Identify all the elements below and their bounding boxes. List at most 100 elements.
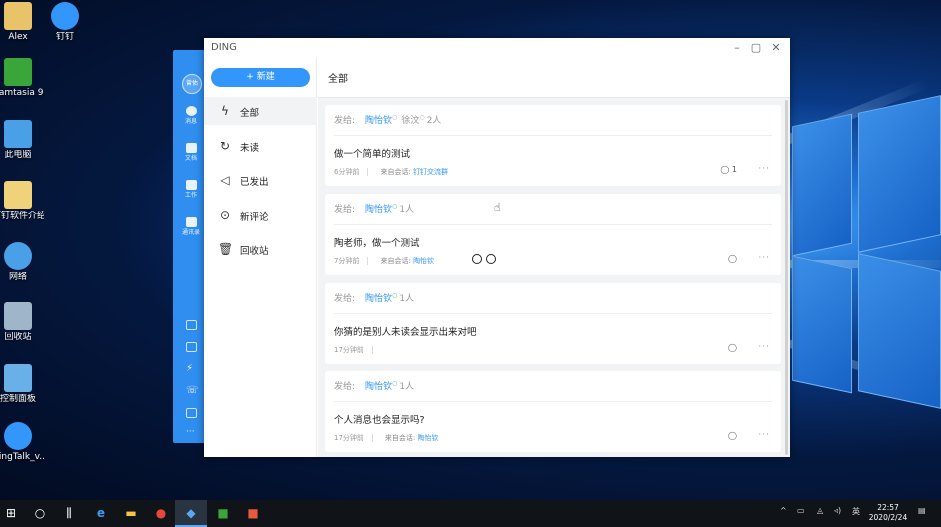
nav-item-new-comments[interactable]: ⊙ 新评论 bbox=[204, 201, 317, 229]
ding-list-panel: 全部 发给: 陶怡钦○ 徐汶○ 2人 做一个简单的测试 6分钟前 来自会话: 钉钉交流群… bbox=[318, 58, 790, 457]
more-options-icon[interactable]: ··· bbox=[758, 164, 770, 174]
computer-icon bbox=[4, 120, 32, 148]
desktop-icon-control-panel[interactable]: 控制面板 bbox=[0, 364, 44, 405]
recipients-row: 发给: 陶怡钦○ 徐汶○ 2人 bbox=[334, 114, 442, 126]
divider bbox=[334, 313, 772, 314]
recipient-name[interactable]: 徐汶 bbox=[401, 116, 419, 126]
ding-card[interactable]: 发给: 陶怡钦○ 徐汶○ 2人 做一个简单的测试 6分钟前 来自会话: 钉钉交流群 ◯ … bbox=[325, 105, 781, 186]
dingtalk-icon bbox=[51, 2, 79, 30]
windows-logo-pane bbox=[792, 113, 852, 257]
user-folder-icon bbox=[4, 2, 32, 30]
calendar-icon[interactable] bbox=[186, 320, 197, 330]
read-status-icon: ○ bbox=[392, 380, 398, 387]
comment-icon: ◯ bbox=[728, 343, 737, 352]
scrollbar[interactable] bbox=[785, 100, 788, 455]
ding-window: DING – ▢ ✕ + 新建 ϟ 全部 ↻ 未读 ◁ 已发出 ⊙ 新评论 🗑 … bbox=[204, 38, 790, 457]
volume-icon[interactable]: ◃) bbox=[834, 506, 841, 515]
windows-start-icon[interactable]: ⊞ bbox=[2, 504, 20, 522]
dingtalk-icon: ◆ bbox=[186, 506, 196, 520]
ding-content: 做一个简单的测试 bbox=[334, 149, 411, 160]
comment-button[interactable]: ◯ bbox=[728, 431, 737, 440]
unread-icon: ↻ bbox=[219, 139, 231, 153]
desktop-icon-this-pc[interactable]: 此电脑 bbox=[0, 120, 44, 161]
comment-icon: ◯ bbox=[728, 254, 737, 263]
comment-button[interactable]: ◯ bbox=[728, 343, 737, 352]
minimize-button[interactable]: – bbox=[728, 40, 746, 56]
document-icon bbox=[4, 181, 32, 209]
maximize-button[interactable]: ▢ bbox=[747, 40, 765, 56]
comment-button[interactable]: ◯ 1 bbox=[720, 165, 737, 174]
desktop-icon-dingtalk-intro[interactable]: 钉钉软件介绍 bbox=[0, 181, 44, 222]
recipient-name[interactable]: 陶怡钦 bbox=[365, 205, 392, 215]
new-ding-button[interactable]: + 新建 bbox=[211, 68, 310, 87]
close-button[interactable]: ✕ bbox=[767, 40, 785, 56]
control-panel-icon bbox=[4, 364, 32, 392]
recipient-count: 1人 bbox=[399, 382, 415, 392]
ding-nav: + 新建 ϟ 全部 ↻ 未读 ◁ 已发出 ⊙ 新评论 🗑 回收站 bbox=[204, 58, 317, 457]
windows-logo-pane bbox=[858, 95, 941, 253]
search-icon[interactable]: ○ bbox=[31, 504, 49, 522]
desktop-icon-alex[interactable]: Alex bbox=[0, 2, 44, 43]
ding-card[interactable]: 发给: 陶怡钦○ 1人 你猜的是别人未读会显示出来对吧 17分钟前 ◯ ··· bbox=[325, 283, 781, 364]
nav-item-sent[interactable]: ◁ 已发出 bbox=[204, 166, 317, 194]
clock-time: 22:57 bbox=[877, 503, 899, 512]
more-options-icon[interactable]: ··· bbox=[758, 342, 770, 352]
ime-indicator[interactable]: 英 bbox=[852, 506, 860, 517]
more-options-icon[interactable]: ··· bbox=[758, 253, 770, 263]
edge-browser-icon[interactable]: e bbox=[92, 504, 110, 522]
more-icon[interactable]: ··· bbox=[186, 428, 197, 438]
more-options-icon[interactable]: ··· bbox=[758, 430, 770, 440]
recipient-count: 1人 bbox=[399, 294, 415, 304]
recipient-name[interactable]: 陶怡钦 bbox=[365, 294, 392, 304]
show-hidden-icons-icon[interactable]: ^ bbox=[780, 506, 787, 515]
list-header: 全部 bbox=[318, 58, 790, 98]
battery-icon[interactable]: ▭ bbox=[797, 506, 805, 515]
system-clock[interactable]: 22:57 2020/2/24 bbox=[866, 503, 910, 523]
comment-button[interactable]: ◯ bbox=[728, 254, 737, 263]
taskbar-dingtalk[interactable]: ◆ bbox=[175, 500, 207, 527]
divider bbox=[371, 346, 373, 354]
network-tray-icon[interactable]: ◬ bbox=[817, 506, 823, 515]
windows-logo-pane bbox=[792, 255, 852, 394]
ding-card[interactable]: 发给: 陶怡钦○ 1人 个人消息也会显示吗? 17分钟前 来自会话: 陶怡钦 ◯ ··… bbox=[325, 371, 781, 452]
checkbox-icon[interactable] bbox=[186, 342, 197, 352]
camtasia-icon[interactable]: ■ bbox=[214, 504, 232, 522]
task-view-icon[interactable]: ⫼ bbox=[60, 504, 78, 522]
desktop-icon-camtasia[interactable]: Camtasia 9 bbox=[0, 58, 44, 99]
phone-icon[interactable]: ☏ bbox=[186, 386, 199, 396]
network-icon bbox=[4, 242, 32, 270]
clock-date: 2020/2/24 bbox=[868, 513, 908, 522]
recipients-row: 发给: 陶怡钦○ 1人 bbox=[334, 203, 415, 215]
desktop-icon-dingding[interactable]: 钉钉 bbox=[39, 2, 91, 43]
desktop-icon-recycle-bin[interactable]: 回收站 bbox=[0, 302, 44, 343]
recipient-name[interactable]: 陶怡钦 bbox=[365, 382, 392, 392]
nav-item-trash[interactable]: 🗑 回收站 bbox=[204, 235, 317, 263]
ding-meta: 7分钟前 来自会话: 陶怡钦 bbox=[334, 256, 434, 266]
desktop-icon-network[interactable]: 网络 bbox=[0, 242, 44, 283]
notification-icon[interactable]: ▤ bbox=[918, 506, 926, 515]
list-title: 全部 bbox=[328, 74, 348, 85]
dingtalk-icon bbox=[4, 422, 32, 450]
ding-card[interactable]: 发给: 陶怡钦○ 1人 陶老师，做一个测试 7分钟前 来自会话: 陶怡钦 ◯ ··· bbox=[325, 194, 781, 275]
file-explorer-icon[interactable]: ▬ bbox=[122, 504, 140, 522]
send-icon: ◁ bbox=[220, 173, 230, 187]
mail-icon[interactable] bbox=[186, 408, 197, 418]
ding-lightning-icon[interactable]: ⚡ bbox=[186, 364, 197, 374]
chrome-icon[interactable]: ● bbox=[152, 504, 170, 522]
avatar[interactable]: 曾佑 bbox=[182, 74, 202, 94]
timestamp: 6分钟前 bbox=[334, 168, 360, 176]
divider bbox=[367, 168, 369, 176]
recorder-icon[interactable]: ■ bbox=[244, 504, 262, 522]
nav-item-unread[interactable]: ↻ 未读 bbox=[204, 132, 317, 160]
nav-item-all[interactable]: ϟ 全部 bbox=[204, 97, 317, 125]
desktop-icon-dingtalk-installer[interactable]: DingTalk_v... bbox=[0, 422, 44, 463]
hand-cursor-icon: ☝ bbox=[494, 201, 501, 214]
read-status-icon: ○ bbox=[392, 292, 398, 299]
folder-icon bbox=[185, 143, 197, 153]
source-link[interactable]: 钉钉交流群 bbox=[413, 168, 448, 176]
ding-content: 你猜的是别人未读会显示出来对吧 bbox=[334, 327, 477, 338]
source-link[interactable]: 陶怡钦 bbox=[418, 434, 439, 442]
ding-meta: 6分钟前 来自会话: 钉钉交流群 bbox=[334, 167, 448, 177]
recipient-name[interactable]: 陶怡钦 bbox=[365, 116, 392, 126]
source-link[interactable]: 陶怡钦 bbox=[413, 257, 434, 265]
